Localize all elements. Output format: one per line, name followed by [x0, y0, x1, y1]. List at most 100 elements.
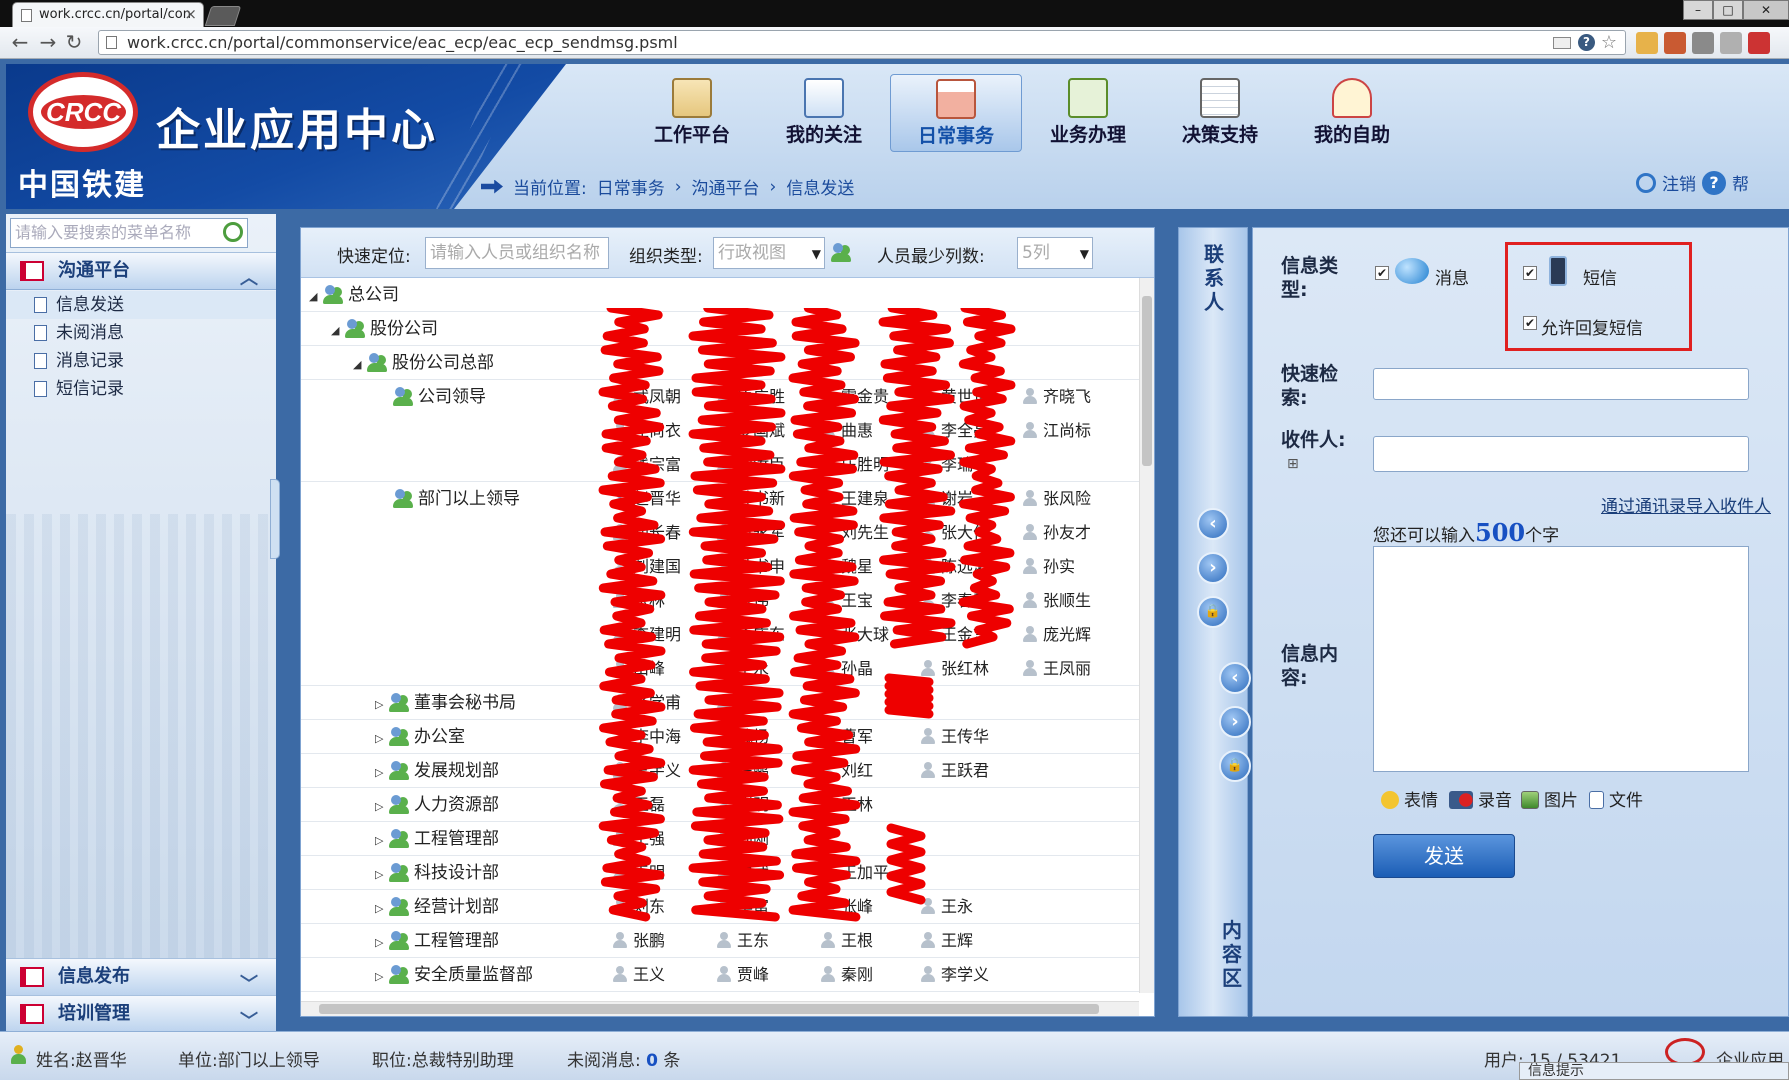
- extension-icon[interactable]: [1748, 32, 1770, 54]
- nav-my-focus[interactable]: 我的关注: [758, 74, 890, 152]
- file-button[interactable]: 文件: [1589, 786, 1643, 811]
- collapsed-arrow-icon[interactable]: ▷: [375, 966, 389, 988]
- person-entry[interactable]: 李中海: [611, 726, 681, 748]
- person-entry[interactable]: 李富: [715, 896, 769, 918]
- person-entry[interactable]: 张峰: [819, 896, 873, 918]
- person-entry[interactable]: 江尚标: [1021, 420, 1091, 442]
- person-entry[interactable]: 贾峰: [715, 964, 769, 986]
- person-entry[interactable]: 王根: [819, 930, 873, 952]
- person-entry[interactable]: 王建泉: [819, 488, 889, 510]
- tree-node[interactable]: 公司领导: [379, 386, 486, 408]
- person-entry[interactable]: 赵晋华: [611, 488, 681, 510]
- sidebar-item-send-message[interactable]: 信息发送: [6, 291, 276, 319]
- tree-node[interactable]: ▷ 经营计划部: [375, 896, 499, 918]
- person-entry[interactable]: 张明: [715, 794, 769, 816]
- close-window-button[interactable]: ✕: [1743, 0, 1789, 20]
- person-entry[interactable]: 王金言: [919, 624, 989, 646]
- person-entry[interactable]: 王强: [611, 828, 665, 850]
- extension-icon[interactable]: [1692, 32, 1714, 54]
- person-entry[interactable]: 靖: [715, 692, 753, 714]
- collapsed-arrow-icon[interactable]: ▷: [375, 932, 389, 954]
- extension-icon[interactable]: [1636, 32, 1658, 54]
- tree-node[interactable]: ▷ 办公室: [375, 726, 465, 748]
- tree-node[interactable]: ▷ 发展规划部: [375, 760, 499, 782]
- nav-work-platform[interactable]: 工作平台: [626, 74, 758, 152]
- expanded-arrow-icon[interactable]: ◢: [309, 286, 323, 308]
- extension-icon[interactable]: [1664, 32, 1686, 54]
- person-entry[interactable]: 王传华: [919, 726, 989, 748]
- move-left-button[interactable]: ‹: [1197, 508, 1229, 540]
- breadcrumb-item[interactable]: 信息发送: [786, 174, 854, 199]
- breadcrumb-item[interactable]: 沟通平台: [692, 174, 760, 199]
- person-entry[interactable]: 王加平: [819, 862, 889, 884]
- person-entry[interactable]: 王宇义: [611, 760, 681, 782]
- person-entry[interactable]: 李建明: [611, 624, 681, 646]
- person-entry[interactable]: 张伟: [715, 590, 769, 612]
- tree-node[interactable]: ▷ 董事会秘书局: [375, 692, 516, 714]
- content-lock-button[interactable]: 🔒: [1219, 750, 1251, 782]
- maximize-button[interactable]: □: [1713, 0, 1743, 20]
- person-entry[interactable]: 齐晓飞: [1021, 386, 1091, 408]
- person-entry[interactable]: 原广胜: [715, 386, 785, 408]
- org-people-icon[interactable]: [831, 242, 853, 264]
- accordion-training[interactable]: 培训管理 ﹀: [6, 995, 276, 1033]
- person-entry[interactable]: 张风险: [1021, 488, 1091, 510]
- person-entry[interactable]: 张林: [611, 590, 665, 612]
- person-entry[interactable]: 曹军: [819, 726, 873, 748]
- scrollbar-thumb[interactable]: [1142, 296, 1152, 466]
- person-entry[interactable]: 王明: [611, 862, 665, 884]
- forward-icon[interactable]: →: [36, 30, 60, 54]
- collapsed-arrow-icon[interactable]: ▷: [375, 694, 389, 716]
- sidebar-item-unread[interactable]: 未阅消息: [6, 319, 276, 347]
- reload-icon[interactable]: ↻: [62, 30, 86, 54]
- collapsed-arrow-icon[interactable]: ▷: [375, 898, 389, 920]
- expand-icon[interactable]: ⊞: [1287, 456, 1299, 472]
- message-tip-popup[interactable]: 信息提示: [1519, 1062, 1789, 1080]
- person-entry[interactable]: 王义: [611, 964, 665, 986]
- image-button[interactable]: 图片: [1521, 786, 1578, 811]
- import-contacts-link[interactable]: 通过通讯录导入收件人: [1601, 492, 1771, 517]
- nav-self-service[interactable]: 我的自助: [1286, 74, 1418, 152]
- person-entry[interactable]: 胡长春: [611, 522, 681, 544]
- tree-node[interactable]: ▷ 人力资源部: [375, 794, 499, 816]
- sidebar-item-sms-log[interactable]: 短信记录: [6, 375, 276, 403]
- bookmark-star-icon[interactable]: ☆: [1601, 31, 1617, 54]
- person-entry[interactable]: 王永: [919, 896, 973, 918]
- person-entry[interactable]: 张大球: [819, 624, 889, 646]
- content-left-button[interactable]: ‹: [1219, 662, 1251, 694]
- expanded-arrow-icon[interactable]: ◢: [331, 320, 345, 342]
- status-unread[interactable]: 未阅消息: 0 条: [567, 1046, 680, 1071]
- person-entry[interactable]: 孙友才: [1021, 522, 1091, 544]
- scrollbar-thumb[interactable]: [319, 1004, 1099, 1014]
- person-entry[interactable]: 张大伟: [919, 522, 989, 544]
- person-entry[interactable]: 庄胜明: [819, 454, 889, 476]
- person-entry[interactable]: 庄尚衣: [611, 420, 681, 442]
- person-entry[interactable]: 王东: [715, 930, 769, 952]
- person-entry[interactable]: 秦刚: [819, 964, 873, 986]
- record-button[interactable]: 录音: [1449, 786, 1512, 811]
- browser-tab[interactable]: work.crcc.cn/portal/con ×: [12, 2, 204, 27]
- person-entry[interactable]: 陈远鸿: [919, 556, 989, 578]
- person-entry[interactable]: 孙书申: [715, 556, 785, 578]
- tree-node[interactable]: ◢ 股份公司总部: [353, 352, 494, 374]
- sidebar-collapse-handle[interactable]: [270, 479, 280, 559]
- person-entry[interactable]: 夏国斌: [715, 420, 785, 442]
- person-entry[interactable]: 霍金贵: [819, 386, 889, 408]
- person-entry[interactable]: 李春喜: [919, 590, 989, 612]
- emoji-button[interactable]: 表情: [1381, 786, 1438, 811]
- lock-button[interactable]: 🔒: [1197, 596, 1229, 628]
- recipient-input[interactable]: [1373, 436, 1749, 472]
- tree-node[interactable]: ◢ 股份公司: [331, 318, 438, 340]
- person-entry[interactable]: 贾武: [715, 862, 769, 884]
- sidebar-item-message-log[interactable]: 消息记录: [6, 347, 276, 375]
- person-entry[interactable]: 李瑞: [919, 454, 973, 476]
- address-bar[interactable]: work.crcc.cn/portal/commonservice/eac_ec…: [98, 30, 1626, 55]
- person-entry[interactable]: 谢岩: [919, 488, 973, 510]
- person-entry[interactable]: 王宝: [819, 590, 873, 612]
- person-entry[interactable]: 孙书新: [715, 488, 785, 510]
- tree-node[interactable]: 部门以上领导: [379, 488, 520, 510]
- tree-horizontal-scrollbar[interactable]: [301, 1001, 1139, 1016]
- person-entry[interactable]: 张鹏: [611, 930, 665, 952]
- extension-icon[interactable]: [1720, 32, 1742, 54]
- nav-decision-support[interactable]: 决策支持: [1154, 74, 1286, 152]
